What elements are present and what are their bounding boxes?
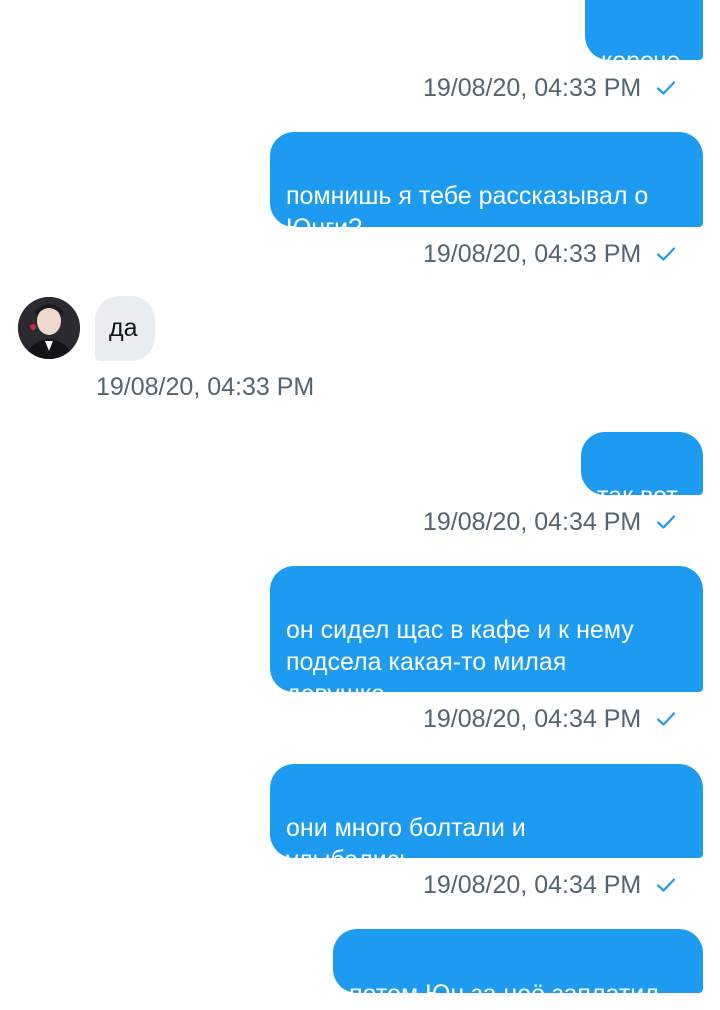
message-text: он сидел щас в кафе и к нему подсела как… [286,616,634,708]
outgoing-message-bubble[interactable]: потом Юн за неё заплатил [333,929,703,1008]
outgoing-message-bubble[interactable]: они много болтали и улыбались [270,764,703,874]
avatar-image [18,297,80,359]
check-icon [657,878,676,892]
message-meta: 19/08/20, 04:33 PM [423,70,676,106]
message-timestamp: 19/08/20, 04:33 PM [423,73,642,102]
check-icon [657,515,676,529]
message-text: помнишь я тебе рассказывал о Юнги? [286,182,649,242]
message-text: потом Юн за неё заплатил [349,980,659,1008]
outgoing-message-bubble[interactable]: помнишь я тебе рассказывал о Юнги? [270,132,703,242]
message-text: да [109,314,138,342]
message-timestamp: 19/08/20, 04:34 PM [423,870,642,899]
check-icon [657,81,676,95]
outgoing-message-bubble[interactable]: короче [585,0,703,75]
contact-avatar[interactable] [18,297,80,359]
message-timestamp: 19/08/20, 04:33 PM [96,372,315,401]
message-meta: 19/08/20, 04:34 PM [423,867,676,903]
incoming-message-bubble[interactable]: да [95,296,155,361]
message-meta: 19/08/20, 04:33 PM [96,369,314,405]
check-icon [657,247,676,261]
message-timestamp: 19/08/20, 04:33 PM [423,239,642,268]
outgoing-message-bubble[interactable]: так вот [581,432,703,510]
message-meta: 19/08/20, 04:33 PM [423,236,676,272]
check-icon [657,712,676,726]
message-meta: 19/08/20, 04:34 PM [423,701,676,737]
message-timestamp: 19/08/20, 04:34 PM [423,704,642,733]
message-timestamp: 19/08/20, 04:34 PM [423,507,642,536]
outgoing-message-bubble[interactable]: он сидел щас в кафе и к нему подсела как… [270,566,703,708]
message-text: они много болтали и улыбались [286,814,526,874]
message-meta: 19/08/20, 04:34 PM [423,504,676,540]
